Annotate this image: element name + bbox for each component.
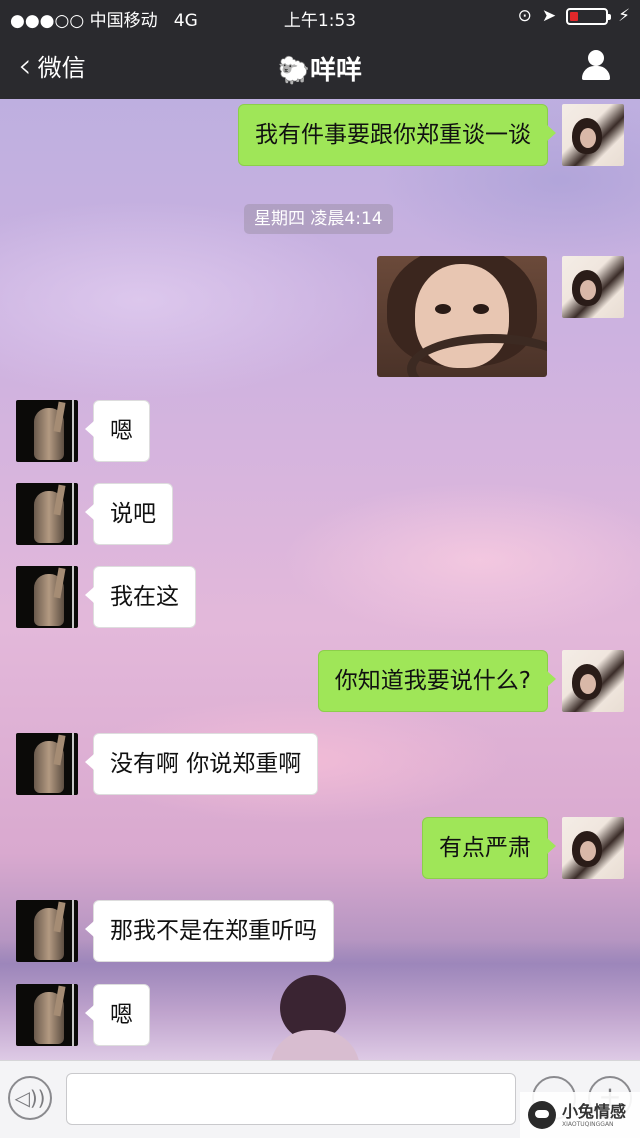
contact-avatar[interactable] bbox=[16, 400, 78, 462]
message-input[interactable] bbox=[66, 1073, 516, 1125]
status-bar: ●●●○○ 中国移动 4G 上午1:53 ⊙ ➤ ⚡ bbox=[0, 0, 640, 34]
received-message-bubble[interactable]: 没有啊 你说郑重啊 bbox=[84, 733, 319, 795]
received-message-bubble[interactable]: 说吧 bbox=[85, 483, 173, 545]
voice-input-button[interactable]: ◁)) bbox=[8, 1076, 52, 1120]
sent-message-bubble[interactable]: 有点严肃 bbox=[422, 817, 556, 879]
my-avatar[interactable] bbox=[562, 256, 624, 318]
received-message-bubble[interactable]: 嗯 bbox=[85, 400, 150, 462]
contact-avatar[interactable] bbox=[16, 733, 78, 795]
sent-message-bubble[interactable]: 你知道我要说什么? bbox=[317, 650, 557, 712]
orientation-lock-icon: ⊙ bbox=[517, 6, 532, 26]
nav-bar: ‹ 微信 🐑咩咩 bbox=[0, 34, 640, 99]
watermark-logo-icon bbox=[528, 1101, 556, 1129]
received-message-bubble[interactable]: 我在这 bbox=[85, 566, 196, 628]
contact-info-icon[interactable] bbox=[580, 50, 612, 82]
background-silhouette bbox=[270, 975, 360, 1070]
watermark-name: 小兔情感 bbox=[562, 1101, 627, 1121]
message-timestamp: 星期四 凌晨4:14 bbox=[244, 204, 393, 234]
received-message-bubble[interactable]: 嗯 bbox=[85, 984, 150, 1046]
top-bar: ●●●○○ 中国移动 4G 上午1:53 ⊙ ➤ ⚡ ‹ 微信 🐑咩咩 bbox=[0, 0, 640, 99]
charging-icon: ⚡ bbox=[618, 6, 630, 26]
location-icon: ➤ bbox=[541, 6, 557, 26]
chat-title: 🐑咩咩 bbox=[277, 56, 363, 86]
sent-message-bubble[interactable]: 我有件事要跟你郑重谈一谈 bbox=[238, 104, 556, 166]
battery-icon bbox=[566, 7, 612, 25]
my-avatar[interactable] bbox=[562, 104, 624, 166]
sent-image[interactable] bbox=[377, 256, 547, 377]
contact-avatar[interactable] bbox=[16, 566, 78, 628]
my-avatar[interactable] bbox=[562, 817, 624, 879]
watermark-sub: XIAOTUQINGGAN bbox=[562, 1120, 614, 1128]
my-avatar[interactable] bbox=[562, 650, 624, 712]
contact-avatar[interactable] bbox=[16, 483, 78, 545]
contact-avatar[interactable] bbox=[16, 900, 78, 962]
voice-icon: ◁)) bbox=[14, 1086, 46, 1110]
watermark: 小兔情感 XIAOTUQINGGAN bbox=[520, 1092, 640, 1138]
contact-avatar[interactable] bbox=[16, 984, 78, 1046]
received-message-bubble[interactable]: 那我不是在郑重听吗 bbox=[85, 900, 334, 962]
